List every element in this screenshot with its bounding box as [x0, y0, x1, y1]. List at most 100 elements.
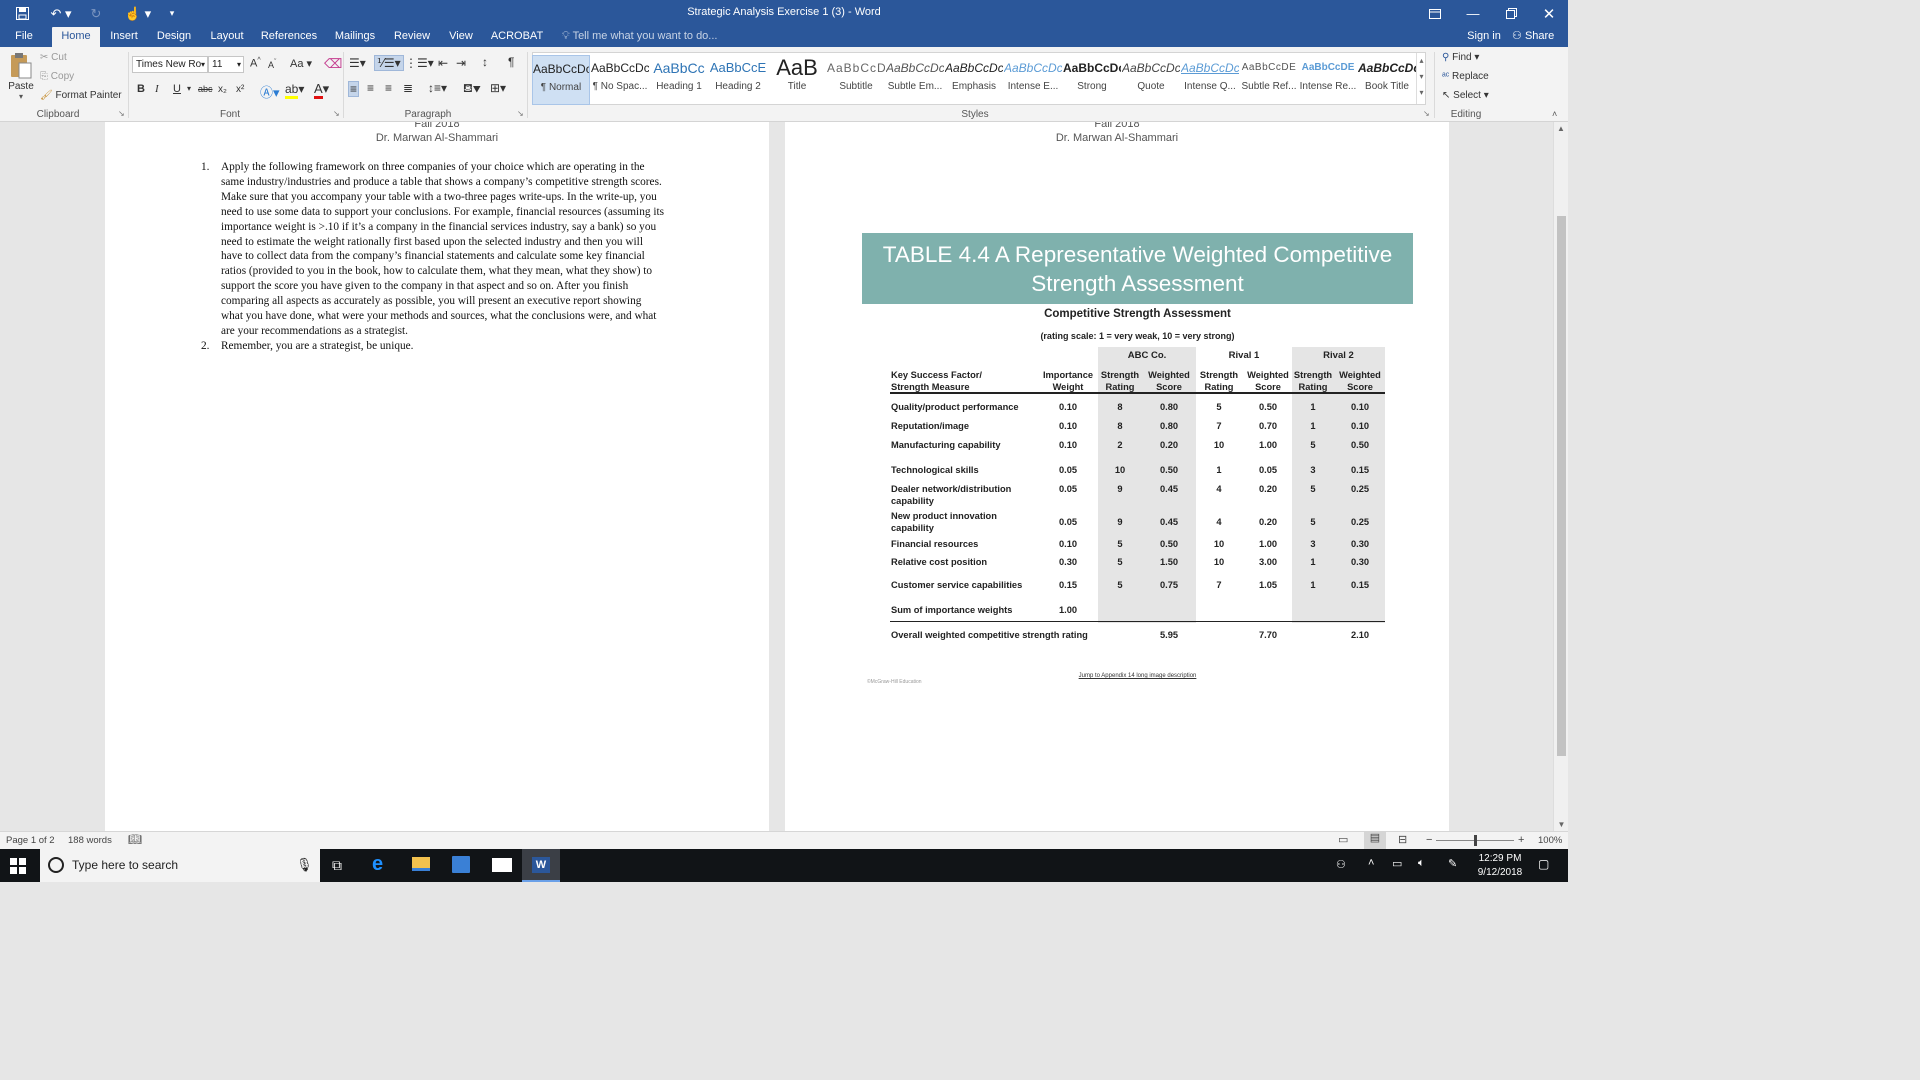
zoom-out-icon[interactable]: − — [1426, 834, 1432, 846]
style-title[interactable]: AaB Title — [768, 55, 826, 105]
tab-acrobat[interactable]: ACROBAT — [488, 27, 546, 47]
volume-icon[interactable]: 🔈︎ — [1418, 857, 1425, 870]
styles-scroll[interactable]: ▴ ▾ ▾ — [1416, 53, 1426, 104]
web-layout-icon[interactable]: ⊟ — [1398, 833, 1407, 846]
select-button[interactable]: ↖ Select ▾ — [1442, 90, 1489, 101]
underline-dropdown-icon[interactable]: ▾ — [187, 84, 191, 93]
align-center-icon[interactable]: ≡ — [367, 81, 374, 95]
align-left-icon[interactable]: ≡ — [348, 81, 360, 97]
font-color-icon[interactable]: A▾ — [314, 81, 329, 99]
show-hidden-icons[interactable]: ˄ — [1368, 857, 1374, 869]
word-taskbar-button[interactable]: W — [522, 849, 560, 882]
underline-button[interactable]: U — [173, 83, 181, 95]
store-icon[interactable] — [452, 856, 470, 873]
tab-file[interactable]: File — [4, 27, 44, 47]
zoom-in-icon[interactable]: + — [1518, 834, 1524, 846]
style-no-spacing[interactable]: AaBbCcDc ¶ No Spac... — [591, 55, 649, 105]
font-launcher-icon[interactable]: ↘ — [333, 109, 340, 118]
task-view-icon[interactable]: ⧉ — [332, 857, 342, 874]
page-1[interactable]: Fall 2018 Dr. Marwan Al-Shammari 1. Appl… — [105, 122, 769, 831]
tab-review[interactable]: Review — [390, 27, 434, 47]
align-right-icon[interactable]: ≡ — [385, 81, 392, 95]
numbering-icon[interactable]: ⅟☰▾ — [374, 55, 404, 71]
find-button[interactable]: ⚲ Find ▾ — [1442, 52, 1479, 63]
line-spacing-icon[interactable]: ↕≡▾ — [428, 81, 447, 95]
strikethrough-button[interactable]: abc — [198, 84, 213, 94]
tab-view[interactable]: View — [442, 27, 480, 47]
style-strong[interactable]: AaBbCcDc Strong — [1063, 55, 1121, 105]
zoom-thumb[interactable] — [1474, 835, 1477, 846]
style-normal[interactable]: AaBbCcDc ¶ Normal — [532, 55, 590, 105]
borders-icon[interactable]: ⊞▾ — [490, 81, 506, 95]
taskbar-search-box[interactable]: Type here to search 🎙︎ — [40, 849, 320, 882]
style-heading-1[interactable]: AaBbCc Heading 1 — [650, 55, 708, 105]
increase-indent-icon[interactable]: ⇥ — [456, 56, 466, 70]
paste-button[interactable]: Paste ▾ — [6, 51, 36, 107]
multilevel-list-icon[interactable]: ⋮☰▾ — [405, 56, 434, 70]
shrink-font-button[interactable]: Aˇ — [268, 59, 276, 70]
sort-icon[interactable]: ↕ — [482, 55, 488, 69]
tab-layout[interactable]: Layout — [204, 27, 250, 47]
pen-icon[interactable]: ✎ — [1448, 857, 1457, 870]
word-count[interactable]: 188 words — [68, 835, 112, 846]
print-layout-icon[interactable]: ▤ — [1364, 831, 1386, 849]
sign-in-link[interactable]: Sign in — [1464, 27, 1504, 47]
superscript-button[interactable]: x² — [236, 84, 244, 95]
read-mode-icon[interactable]: ▭ — [1338, 833, 1348, 846]
cut-button[interactable]: ✂ Cut — [40, 52, 67, 63]
file-explorer-icon[interactable] — [412, 857, 430, 871]
bold-button[interactable]: B — [137, 83, 145, 95]
mail-icon[interactable] — [492, 858, 512, 872]
windows-start-icon[interactable] — [10, 858, 26, 874]
restore-icon[interactable] — [1492, 0, 1530, 27]
paragraph-launcher-icon[interactable]: ↘ — [517, 109, 524, 118]
ribbon-display-icon[interactable] — [1416, 0, 1454, 27]
styles-launcher-icon[interactable]: ↘ — [1423, 109, 1430, 118]
text-effects-icon[interactable]: Ⓐ▾ — [260, 82, 280, 101]
style-subtle-reference[interactable]: AaBbCcDE Subtle Ref... — [1240, 55, 1298, 105]
style-heading-2[interactable]: AaBbCcE Heading 2 — [709, 55, 767, 105]
tab-insert[interactable]: Insert — [104, 27, 144, 47]
style-quote[interactable]: AaBbCcDc Quote — [1122, 55, 1180, 105]
justify-icon[interactable]: ≣ — [403, 81, 413, 95]
bullets-icon[interactable]: ☰▾ — [349, 56, 366, 70]
tab-references[interactable]: References — [258, 27, 320, 47]
appendix-link[interactable]: Jump to Appendix 14 long image descripti… — [1042, 673, 1233, 679]
clear-formatting-icon[interactable]: ⌫ — [324, 56, 342, 72]
clipboard-launcher-icon[interactable]: ↘ — [118, 109, 125, 118]
style-emphasis[interactable]: AaBbCcDc Emphasis — [945, 55, 1003, 105]
style-intense-emphasis[interactable]: AaBbCcDc Intense E... — [1004, 55, 1062, 105]
tab-mailings[interactable]: Mailings — [328, 27, 382, 47]
collapse-ribbon-icon[interactable]: ˄ — [1552, 109, 1557, 119]
tell-me-box[interactable]: 💡︎ Tell me what you want to do... — [562, 27, 717, 47]
style-intense-quote[interactable]: AaBbCcDc Intense Q... — [1181, 55, 1239, 105]
format-painter-button[interactable]: 🖌︎ Format Painter — [40, 90, 122, 101]
show-marks-icon[interactable]: ¶ — [508, 55, 514, 69]
clock[interactable]: 12:29 PM 9/12/2018 — [1470, 852, 1530, 880]
copy-button[interactable]: ⎘ Copy — [40, 71, 74, 82]
font-name-box[interactable]: Times New Ro ▾ — [132, 56, 208, 73]
highlight-color-icon[interactable]: ab▾ — [285, 82, 304, 99]
shading-icon[interactable]: ⛾▾ — [463, 81, 481, 97]
zoom-level[interactable]: 100% — [1538, 835, 1562, 846]
tab-design[interactable]: Design — [152, 27, 196, 47]
scroll-thumb[interactable] — [1557, 216, 1566, 756]
subscript-button[interactable]: x₂ — [218, 84, 227, 95]
tab-home[interactable]: Home — [52, 27, 100, 47]
style-book-title[interactable]: AaBbCcDc Book Title — [1358, 55, 1416, 105]
share-button[interactable]: ⚇ Share — [1512, 27, 1554, 47]
grow-font-button[interactable]: A^ — [250, 57, 261, 70]
close-icon[interactable]: ✕ — [1530, 0, 1568, 27]
network-icon[interactable]: ▭ — [1392, 857, 1402, 870]
minimize-icon[interactable]: — — [1454, 0, 1492, 27]
people-icon[interactable]: ⚇ — [1336, 858, 1346, 871]
edge-icon[interactable]: e — [372, 853, 383, 876]
vertical-scrollbar[interactable]: ▲ ▼ — [1553, 122, 1568, 831]
replace-button[interactable]: ᵃᶜ Replace — [1442, 71, 1489, 82]
proofing-icon[interactable]: 📖︎ — [128, 833, 142, 846]
font-size-box[interactable]: 11 ▾ — [208, 56, 244, 73]
scroll-up-icon[interactable]: ▲ — [1554, 122, 1568, 136]
page-count[interactable]: Page 1 of 2 — [6, 835, 55, 846]
italic-button[interactable]: I — [155, 83, 159, 95]
decrease-indent-icon[interactable]: ⇤ — [438, 56, 448, 70]
